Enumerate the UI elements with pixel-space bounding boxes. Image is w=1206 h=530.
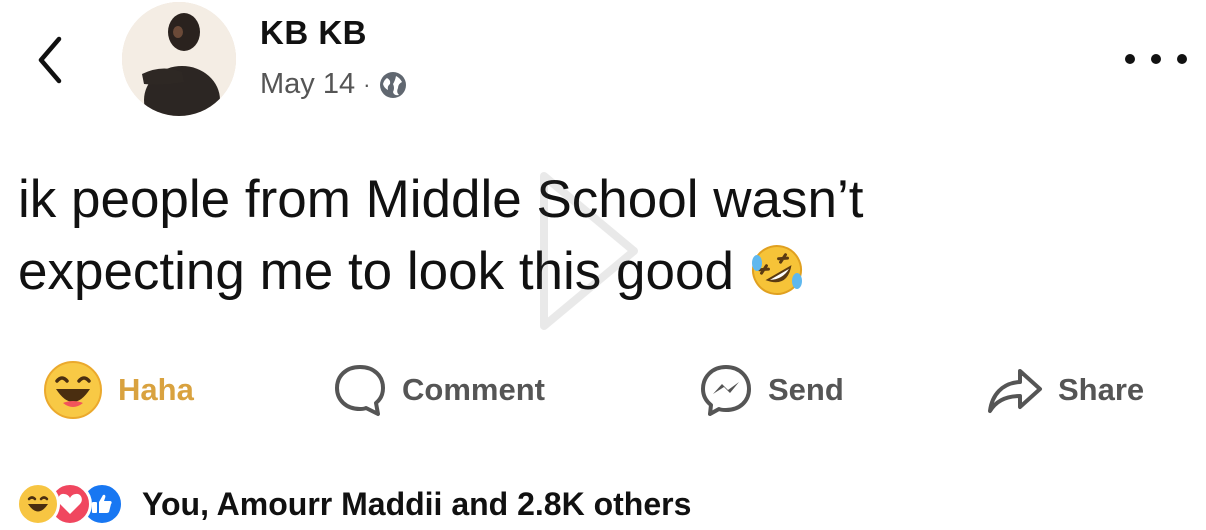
share-icon bbox=[986, 365, 1044, 415]
chevron-left-icon bbox=[38, 36, 62, 84]
more-horizontal-icon bbox=[1151, 54, 1161, 64]
send-label: Send bbox=[768, 372, 844, 407]
more-horizontal-icon bbox=[1125, 54, 1135, 64]
reaction-icons bbox=[16, 482, 124, 526]
post-meta: May 14 · bbox=[260, 68, 408, 101]
share-button[interactable]: Share bbox=[986, 354, 1144, 426]
comment-icon bbox=[332, 362, 388, 418]
reactions-summary-text: You, Amourr Maddii and 2.8K others bbox=[142, 485, 692, 522]
haha-reaction-button[interactable]: Haha bbox=[42, 354, 194, 426]
back-button[interactable] bbox=[28, 30, 72, 90]
globe-icon bbox=[380, 71, 407, 98]
more-options-button[interactable] bbox=[1125, 44, 1187, 74]
reactions-summary[interactable]: You, Amourr Maddii and 2.8K others bbox=[16, 482, 691, 526]
haha-icon bbox=[42, 359, 104, 421]
avatar-photo bbox=[122, 2, 236, 116]
avatar[interactable] bbox=[122, 2, 236, 116]
haha-label: Haha bbox=[118, 372, 194, 407]
more-horizontal-icon bbox=[1177, 54, 1187, 64]
share-label: Share bbox=[1058, 372, 1145, 407]
meta-separator: · bbox=[363, 71, 371, 97]
haha-icon bbox=[16, 482, 60, 526]
send-button[interactable]: Send bbox=[698, 354, 844, 426]
rolling-on-floor-laughing-emoji-icon bbox=[748, 241, 806, 318]
messenger-icon bbox=[698, 362, 754, 418]
play-icon bbox=[534, 166, 644, 341]
action-bar: Haha Comment Send Share bbox=[0, 354, 1206, 426]
comment-button[interactable]: Comment bbox=[332, 354, 545, 426]
comment-label: Comment bbox=[402, 372, 545, 407]
post-date[interactable]: May 14 bbox=[260, 68, 355, 101]
author-name[interactable]: KB KB bbox=[260, 14, 367, 52]
